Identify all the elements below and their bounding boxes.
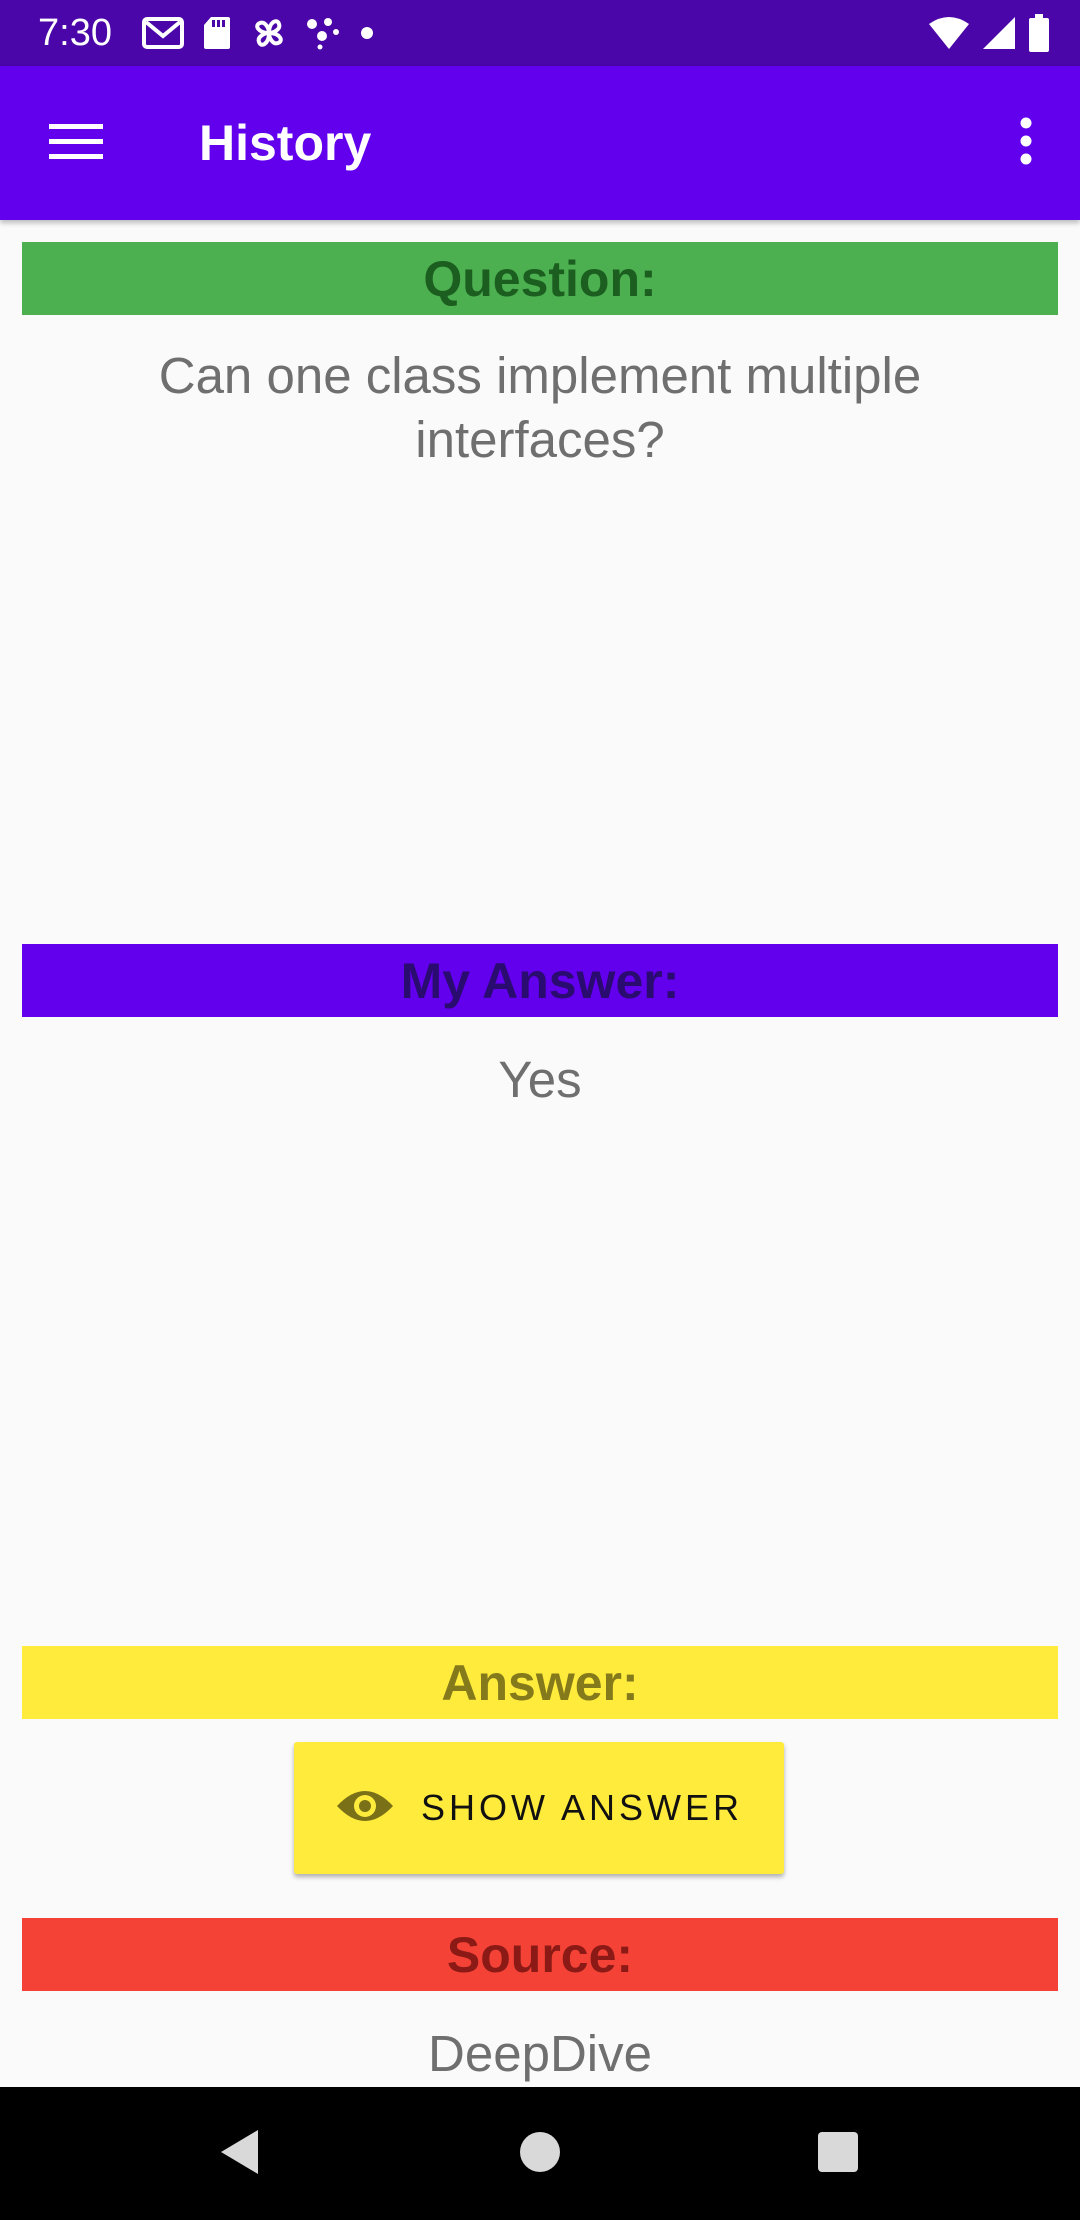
- status-bar: 7:30: [0, 0, 1080, 66]
- source-header: Source:: [22, 1918, 1058, 1991]
- back-button[interactable]: [200, 2117, 280, 2191]
- gmail-icon: [142, 16, 184, 50]
- eye-icon: [335, 1786, 395, 1831]
- screen: 7:30 History Question: Can one class imp…: [0, 0, 1080, 2220]
- page-title: History: [199, 115, 372, 171]
- status-system-icons: [916, 14, 1050, 52]
- home-circle-icon: [519, 2131, 561, 2178]
- question-header: Question:: [22, 242, 1058, 315]
- hamburger-menu-icon: [49, 122, 103, 165]
- app-bar: History: [0, 66, 1080, 220]
- back-triangle-icon: [218, 2128, 262, 2181]
- overflow-menu-icon: [1019, 117, 1033, 170]
- show-answer-label: SHOW ANSWER: [420, 1787, 743, 1828]
- question-text: Can one class implement multiple interfa…: [158, 347, 922, 468]
- recents-button[interactable]: [798, 2117, 878, 2191]
- navigation-menu-button[interactable]: [28, 99, 124, 187]
- overflow-menu-button[interactable]: [990, 99, 1062, 187]
- source-text: DeepDive: [428, 2025, 652, 2082]
- notification-dot-icon: [360, 26, 374, 40]
- recents-square-icon: [817, 2131, 859, 2178]
- show-answer-button[interactable]: SHOW ANSWER: [294, 1742, 784, 1874]
- battery-icon: [1028, 14, 1050, 52]
- pinwheel-icon: [250, 14, 288, 52]
- wifi-icon: [928, 16, 970, 50]
- my-answer-header: My Answer:: [22, 944, 1058, 1017]
- system-navigation-bar: [0, 2087, 1080, 2220]
- home-button[interactable]: [500, 2117, 580, 2191]
- signal-icon: [982, 16, 1016, 50]
- my-answer-text: Yes: [498, 1051, 582, 1108]
- answer-header: Answer:: [22, 1646, 1058, 1719]
- status-time: 7:30: [38, 12, 112, 54]
- dots-app-icon: [306, 16, 342, 50]
- sd-card-icon: [202, 15, 232, 51]
- status-notification-icons: [142, 14, 392, 52]
